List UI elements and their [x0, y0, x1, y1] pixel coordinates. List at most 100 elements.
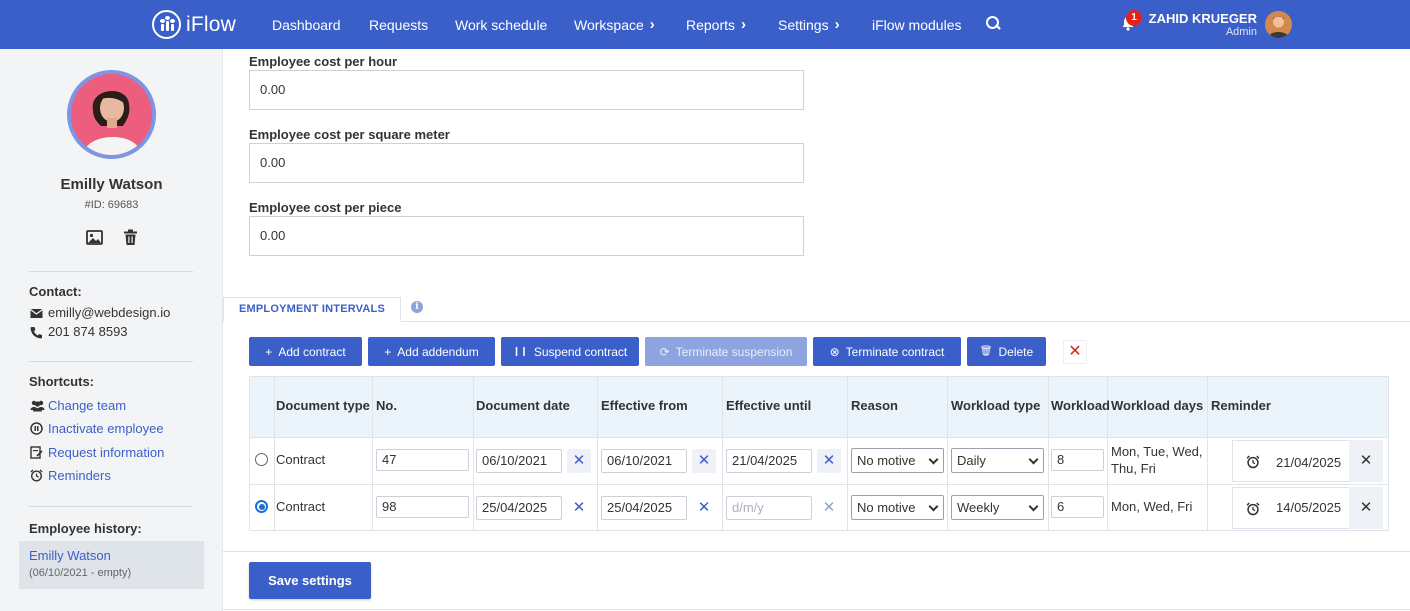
users-icon: [30, 400, 45, 412]
shortcut-reminders[interactable]: Reminders: [48, 468, 111, 483]
sidebar-divider: [29, 271, 193, 272]
nav-iflow-modules[interactable]: iFlow modules: [872, 0, 961, 49]
row-number-input[interactable]: 98: [376, 496, 469, 518]
add-addendum-button[interactable]: + Add addendum: [368, 337, 495, 366]
row-effective-from-input[interactable]: 06/10/2021: [601, 449, 687, 473]
row-workload-type-select[interactable]: Daily: [951, 448, 1044, 473]
phone-icon: [30, 327, 42, 339]
row-reason-select[interactable]: No motive: [851, 495, 944, 520]
clear-reminder-button[interactable]: ✕: [1349, 487, 1383, 529]
clear-document-date-button[interactable]: ✕: [567, 449, 591, 473]
row-document-type: Contract: [276, 452, 326, 467]
header-no: No.: [376, 398, 397, 413]
nav-settings[interactable]: Settings ›: [778, 0, 840, 49]
plus-icon: +: [265, 344, 273, 359]
footer-divider: [223, 551, 1410, 552]
notification-badge: 1: [1126, 10, 1142, 26]
inactivate-icon: [30, 422, 43, 435]
suspend-contract-button[interactable]: ❙❙ Suspend contract: [501, 337, 639, 366]
header-document-date: Document date: [476, 398, 570, 413]
search-icon[interactable]: [986, 16, 1000, 30]
delete-button[interactable]: 🗑 Delete: [967, 337, 1046, 366]
request-info-icon: [30, 446, 43, 459]
clear-effective-until-button[interactable]: ✕: [817, 449, 841, 473]
row-document-date-input[interactable]: 25/04/2025: [476, 496, 562, 520]
chevron-down-icon: [928, 501, 939, 512]
header-effective-until: Effective until: [726, 398, 812, 413]
tab-employment-intervals[interactable]: EMPLOYMENT INTERVALS: [223, 297, 401, 322]
cost-per-piece-input[interactable]: 0.00: [249, 216, 804, 256]
employment-intervals-table: Document type No. Document date Effectiv…: [249, 376, 1389, 531]
chevron-right-icon: ›: [649, 16, 655, 33]
shortcut-change-team[interactable]: Change team: [48, 398, 126, 413]
info-icon[interactable]: i: [411, 301, 423, 313]
nav-work-schedule[interactable]: Work schedule: [455, 0, 547, 49]
terminate-suspension-button[interactable]: ⟳ Terminate suspension: [645, 337, 807, 366]
row-reminder: 14/05/2025 ✕: [1232, 487, 1383, 529]
image-icon[interactable]: [86, 229, 103, 246]
alarm-clock-icon: [30, 469, 43, 482]
clear-document-date-button[interactable]: ✕: [567, 496, 591, 520]
clear-effective-until-button[interactable]: ✕: [817, 496, 841, 520]
cost-per-piece-label: Employee cost per piece: [249, 200, 402, 215]
history-date-range: (06/10/2021 - empty): [29, 567, 132, 579]
user-avatar[interactable]: [1265, 11, 1292, 38]
shortcut-inactivate-employee[interactable]: Inactivate employee: [48, 421, 164, 436]
row-select-radio[interactable]: [255, 500, 268, 513]
alarm-clock-icon: [1246, 455, 1260, 469]
refresh-icon: ⟳: [659, 344, 670, 359]
add-contract-button[interactable]: + Add contract: [249, 337, 362, 366]
row-workload-input[interactable]: 6: [1051, 496, 1104, 518]
bottom-divider: [223, 609, 1410, 610]
history-employee-name: Emilly Watson: [29, 548, 111, 563]
shortcut-request-information[interactable]: Request information: [48, 445, 164, 460]
clear-effective-from-button[interactable]: ✕: [692, 449, 716, 473]
trash-icon[interactable]: [122, 229, 139, 246]
header-reminder: Reminder: [1211, 398, 1271, 413]
row-workload-days: Thu, Fri: [1111, 461, 1156, 476]
top-navbar: iFlow Dashboard Requests Work schedule W…: [0, 0, 1410, 49]
clear-selection-button[interactable]: ✕: [1063, 340, 1087, 364]
cost-per-square-meter-input[interactable]: 0.00: [249, 143, 804, 183]
nav-reports[interactable]: Reports ›: [686, 0, 746, 49]
row-number-input[interactable]: 47: [376, 449, 469, 471]
nav-workspace[interactable]: Workspace ›: [574, 0, 655, 49]
user-name[interactable]: ZAHID KRUEGER: [1149, 11, 1257, 26]
cost-per-square-meter-label: Employee cost per square meter: [249, 127, 450, 142]
row-workload-input[interactable]: 8: [1051, 449, 1104, 471]
row-document-date-input[interactable]: 06/10/2021: [476, 449, 562, 473]
alarm-clock-icon: [1246, 502, 1260, 516]
clear-effective-from-button[interactable]: ✕: [692, 496, 716, 520]
user-role: Admin: [1225, 26, 1257, 38]
header-reason: Reason: [851, 398, 898, 413]
row-effective-until-input[interactable]: 21/04/2025: [726, 449, 812, 473]
cost-per-hour-label: Employee cost per hour: [249, 54, 398, 69]
employee-email: emilly@webdesign.io: [48, 305, 171, 320]
row-document-type: Contract: [276, 499, 326, 514]
nav-requests[interactable]: Requests: [369, 0, 428, 49]
header-workload: Workload: [1051, 398, 1110, 413]
row-reminder-date: 21/04/2025: [1276, 455, 1342, 470]
row-effective-until-input[interactable]: d/m/y: [726, 496, 812, 520]
row-reason-select[interactable]: No motive: [851, 448, 944, 473]
nav-dashboard[interactable]: Dashboard: [272, 0, 341, 49]
clear-reminder-button[interactable]: ✕: [1349, 440, 1383, 482]
row-select-radio[interactable]: [255, 453, 268, 466]
logo[interactable]: iFlow: [152, 10, 236, 39]
save-settings-button[interactable]: Save settings: [249, 562, 371, 599]
envelope-icon: [30, 309, 43, 318]
cost-per-hour-input[interactable]: 0.00: [249, 70, 804, 110]
history-label: Employee history:: [29, 521, 142, 536]
row-effective-from-input[interactable]: 25/04/2025: [601, 496, 687, 520]
terminate-contract-button[interactable]: ⊗ Terminate contract: [813, 337, 961, 366]
shortcuts-label: Shortcuts:: [29, 374, 94, 389]
row-reminder-date: 14/05/2025: [1276, 500, 1342, 515]
employee-sidebar: Emilly Watson #ID: 69683 Contact: emilly…: [0, 49, 223, 611]
chevron-right-icon: ›: [741, 16, 747, 33]
row-workload-type-select[interactable]: Weekly: [951, 495, 1044, 520]
chevron-right-icon: ›: [834, 16, 840, 33]
logo-text: iFlow: [186, 12, 237, 36]
header-document-type: Document type: [276, 398, 370, 413]
trash-icon: 🗑: [979, 346, 993, 357]
history-item[interactable]: Emilly Watson (06/10/2021 - empty): [19, 541, 204, 589]
